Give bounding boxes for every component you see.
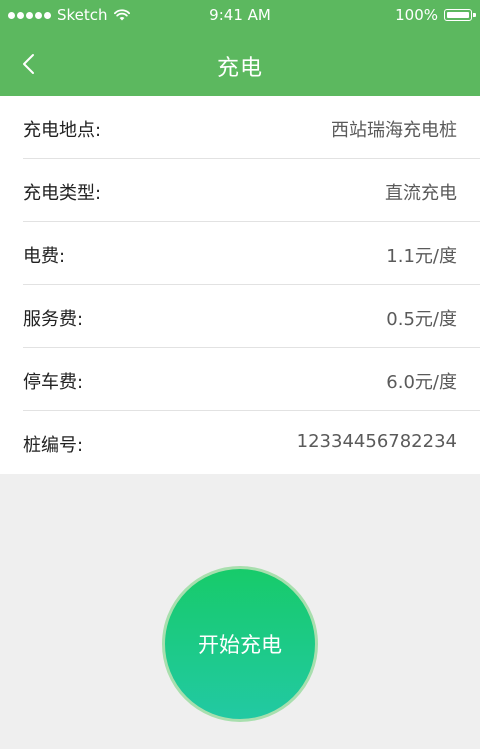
detail-value: 6.0元/度	[386, 372, 457, 393]
app-header: Sketch 9:41 AM 100% 充电	[0, 0, 480, 96]
status-right: 100%	[395, 6, 476, 24]
detail-label: 服务费:	[23, 309, 84, 330]
page-title: 充电	[216, 56, 263, 81]
detail-value: 直流充电	[385, 183, 457, 204]
nav-bar: 充电	[0, 32, 480, 96]
status-bar: Sketch 9:41 AM 100%	[0, 0, 480, 32]
detail-label: 桩编号:	[23, 435, 84, 456]
detail-value: 西站瑞海充电桩	[331, 120, 457, 141]
detail-row-charge-type: 充电类型: 直流充电	[0, 159, 480, 222]
detail-value: 0.5元/度	[386, 309, 457, 330]
battery-percent: 100%	[395, 6, 438, 24]
detail-row-electricity-fee: 电费: 1.1元/度	[0, 222, 480, 285]
detail-value: 12334456782234	[296, 431, 457, 452]
battery-icon	[444, 9, 476, 21]
detail-row-location: 充电地点: 西站瑞海充电桩	[0, 96, 480, 159]
detail-label: 充电地点:	[23, 120, 102, 141]
detail-label: 充电类型:	[23, 183, 102, 204]
detail-label: 停车费:	[23, 372, 84, 393]
detail-row-parking-fee: 停车费: 6.0元/度	[0, 348, 480, 411]
detail-value: 1.1元/度	[386, 246, 457, 267]
detail-label: 电费:	[23, 246, 66, 267]
start-charging-button[interactable]: 开始充电	[162, 566, 318, 722]
charging-details-list: 充电地点: 西站瑞海充电桩 充电类型: 直流充电 电费: 1.1元/度 服务费:…	[0, 96, 480, 474]
detail-row-service-fee: 服务费: 0.5元/度	[0, 285, 480, 348]
detail-row-pile-number: 桩编号: 12334456782234	[0, 411, 480, 474]
